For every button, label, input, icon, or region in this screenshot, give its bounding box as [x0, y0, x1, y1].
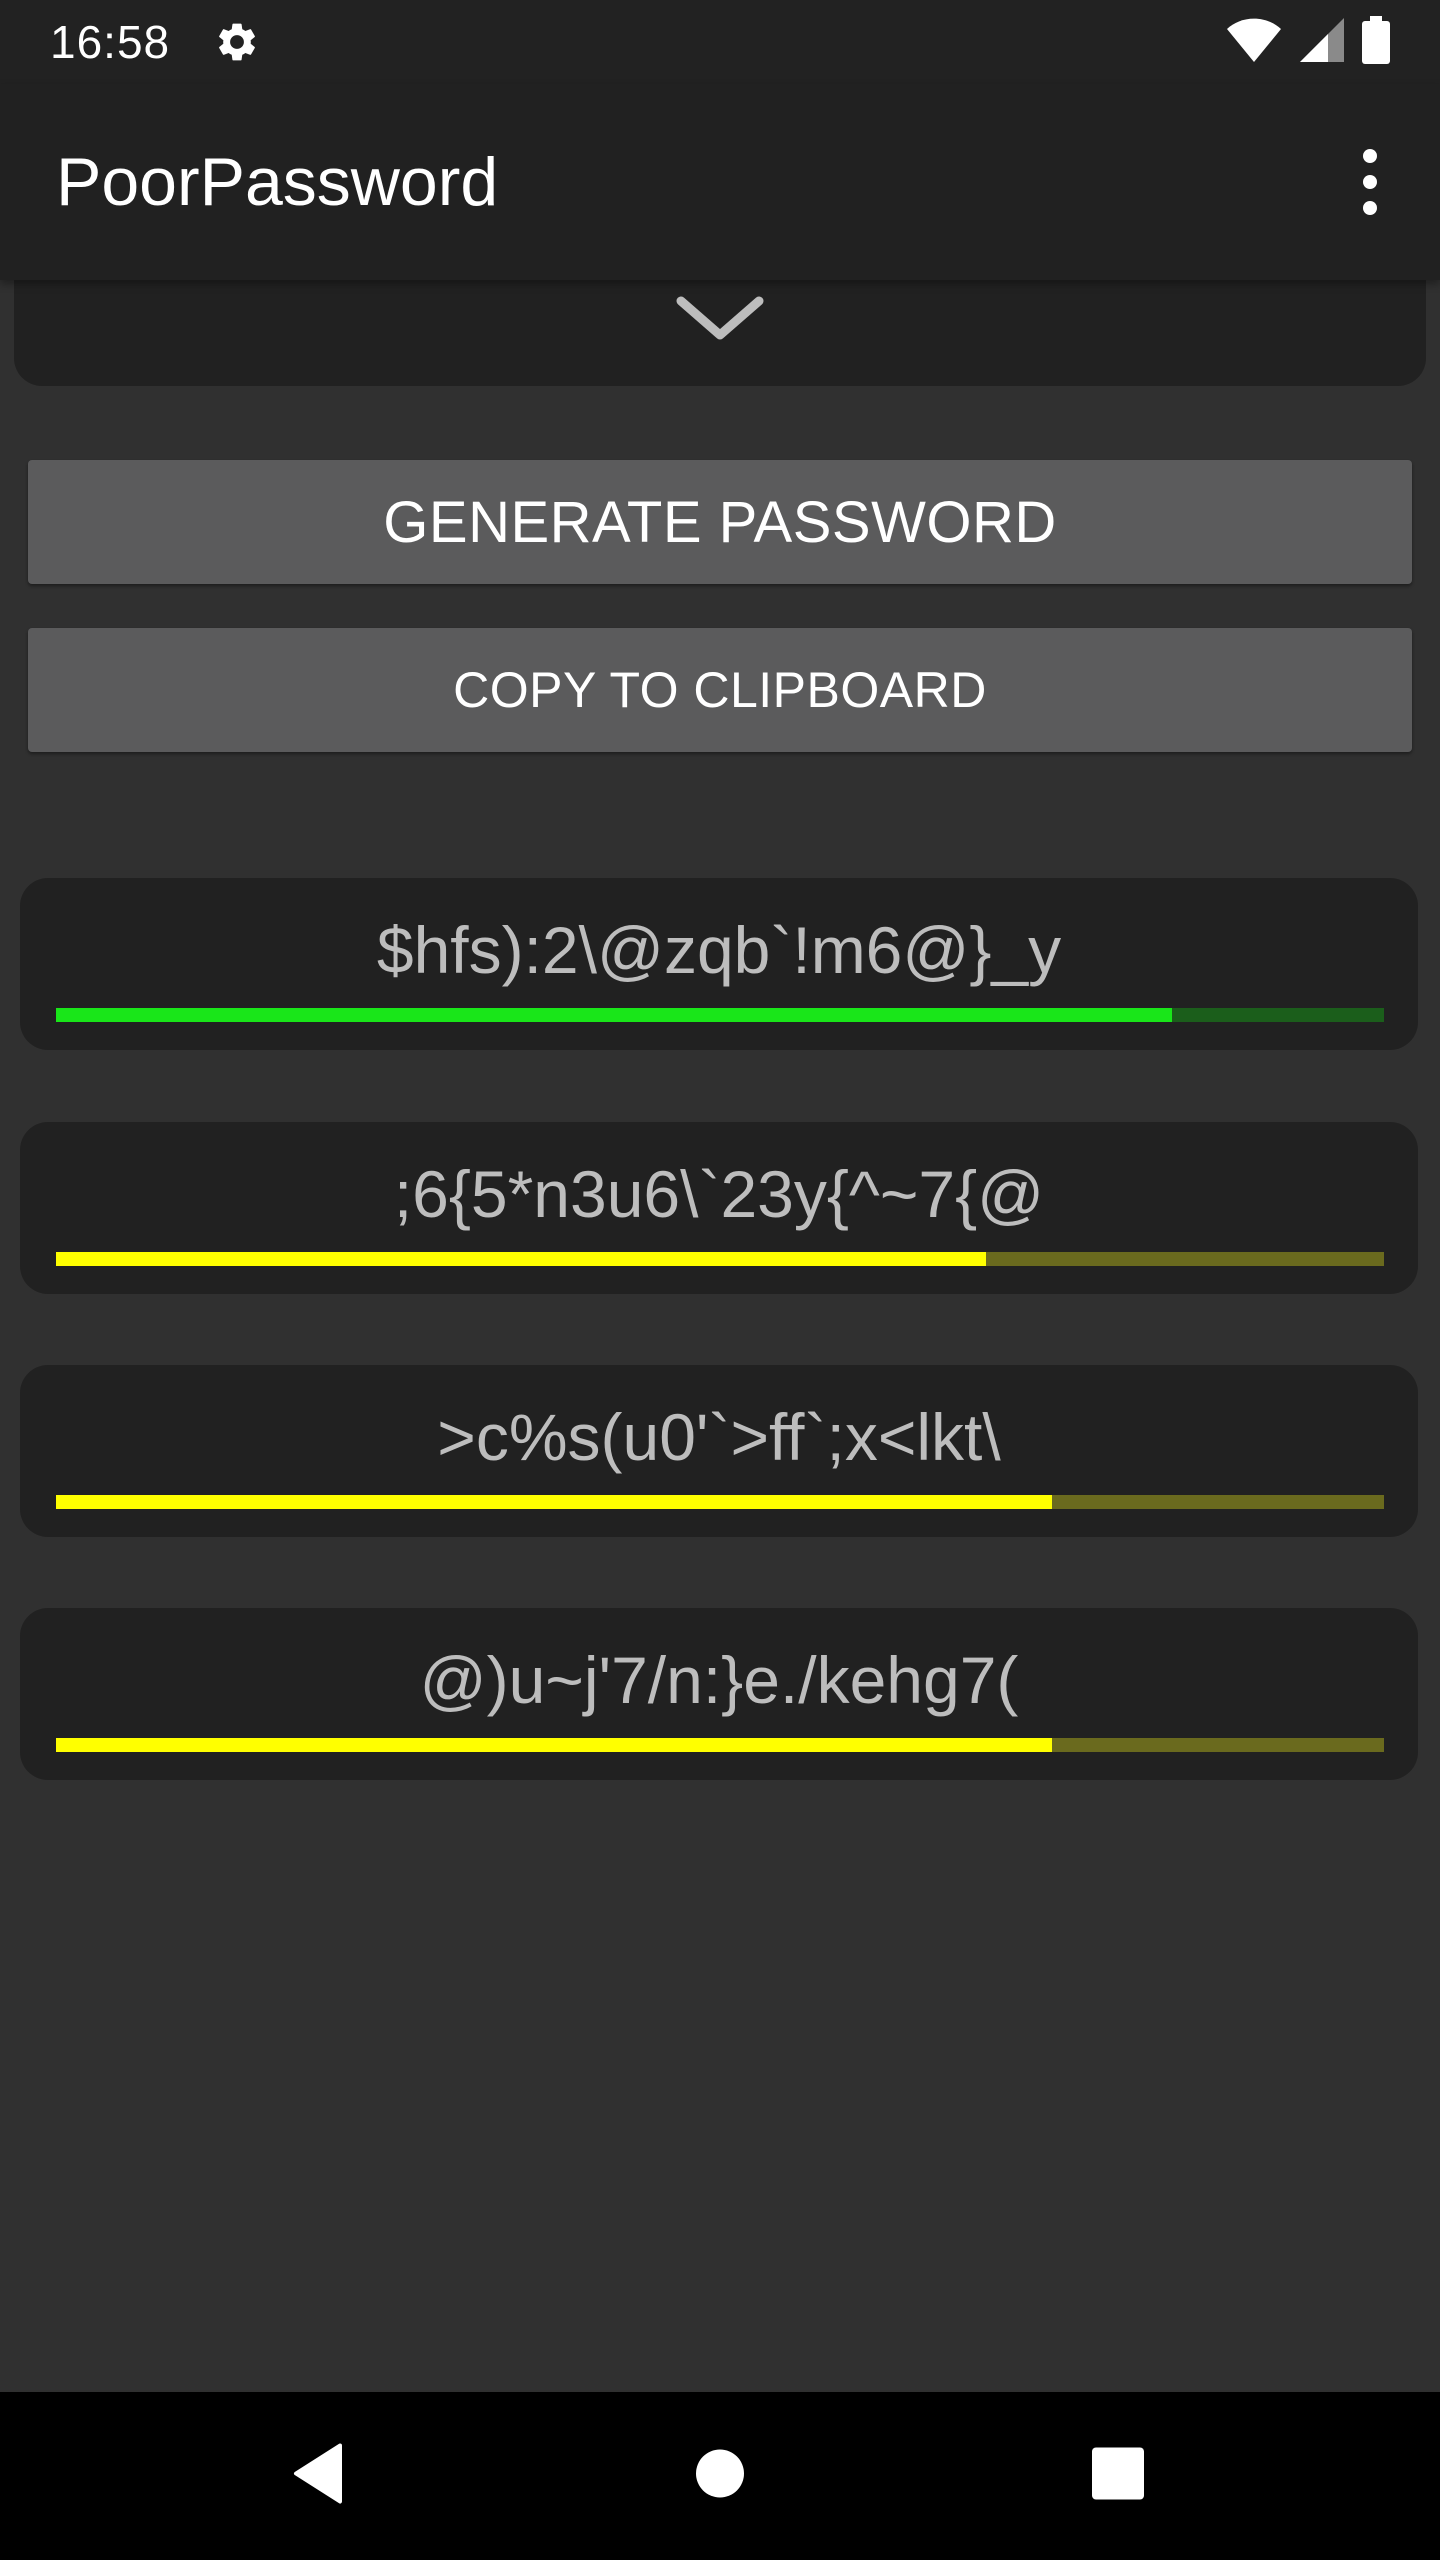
- navigation-bar: [0, 2392, 1440, 2560]
- password-text: $hfs):2\@zqb`!m6@}_y: [376, 913, 1062, 987]
- battery-icon: [1362, 15, 1390, 69]
- status-time: 16:58: [50, 16, 171, 68]
- recents-icon[interactable]: [1091, 2447, 1145, 2506]
- strength-bar: [56, 1495, 1384, 1509]
- strength-bar: [56, 1008, 1384, 1022]
- chevron-down-icon[interactable]: [675, 293, 765, 348]
- strength-bar: [56, 1252, 1384, 1266]
- status-bar: 16:58: [0, 0, 1440, 84]
- gear-icon: [212, 17, 262, 67]
- back-icon[interactable]: [290, 2442, 346, 2511]
- app-title: PoorPassword: [56, 144, 499, 220]
- home-icon[interactable]: [695, 2449, 745, 2504]
- strength-bar-fill: [56, 1495, 1052, 1509]
- menu-dot: [1363, 149, 1377, 163]
- strength-bar: [56, 1738, 1384, 1752]
- menu-dot: [1363, 201, 1377, 215]
- copy-to-clipboard-button[interactable]: COPY TO CLIPBOARD: [28, 628, 1412, 752]
- strength-bar-fill: [56, 1252, 986, 1266]
- password-text: ;6{5*n3u6\`23y{^~7{@: [393, 1157, 1045, 1231]
- wifi-icon: [1226, 18, 1282, 67]
- password-text: @)u~j'7/n:}e./kehg7(: [419, 1643, 1019, 1717]
- password-card[interactable]: @)u~j'7/n:}e./kehg7(: [20, 1608, 1418, 1780]
- password-card[interactable]: $hfs):2\@zqb`!m6@}_y: [20, 878, 1418, 1050]
- password-text: >c%s(u0'`>ff`;x<lkt\: [437, 1400, 1001, 1474]
- strength-bar-fill: [56, 1008, 1172, 1022]
- generate-password-button[interactable]: GENERATE PASSWORD: [28, 460, 1412, 584]
- cell-signal-icon: [1300, 17, 1344, 67]
- more-vert-icon[interactable]: [1340, 132, 1400, 232]
- menu-dot: [1363, 175, 1377, 189]
- password-card[interactable]: >c%s(u0'`>ff`;x<lkt\: [20, 1365, 1418, 1537]
- app-bar: PoorPassword: [0, 84, 1440, 280]
- password-card[interactable]: ;6{5*n3u6\`23y{^~7{@: [20, 1122, 1418, 1294]
- strength-bar-fill: [56, 1738, 1052, 1752]
